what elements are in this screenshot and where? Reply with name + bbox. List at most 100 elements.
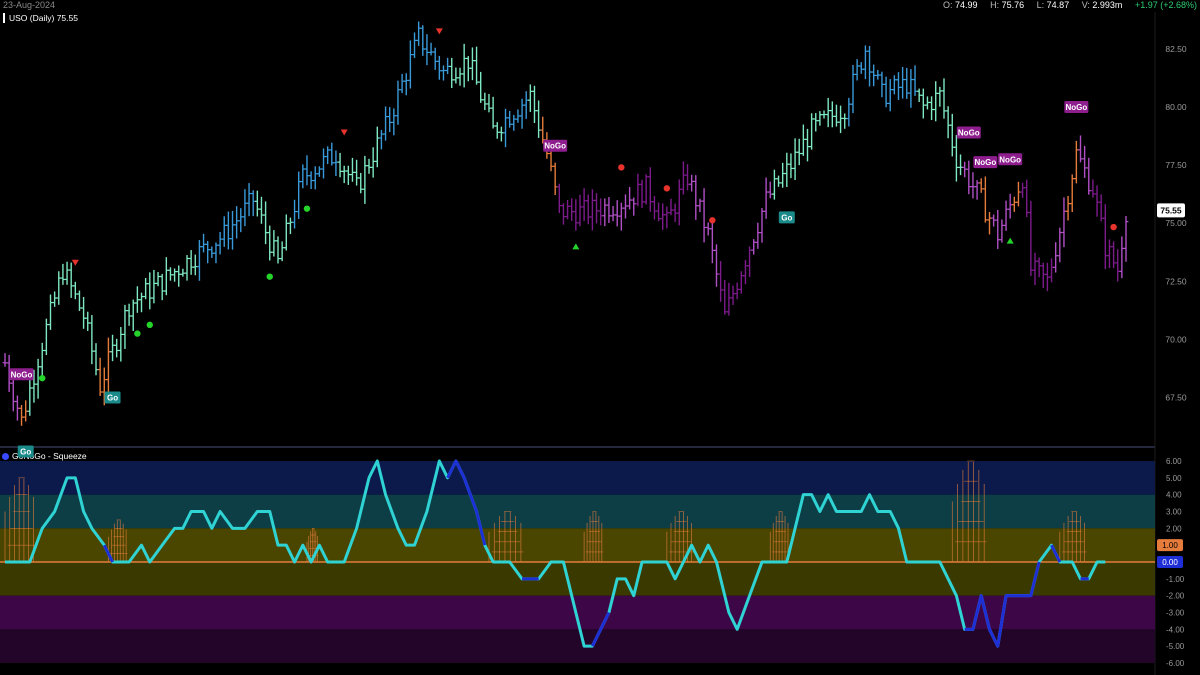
chart-canvas[interactable]: 67.50 70.00 72.50 75.00 77.50 80.00 82.50 NoGo G… xyxy=(0,0,1200,675)
price-bar xyxy=(163,257,169,296)
price-bar xyxy=(565,199,570,220)
price-bar xyxy=(176,265,182,287)
price-bar xyxy=(130,299,136,331)
nogo-badge: NoGo xyxy=(956,126,981,139)
zero-value-tag: 0.00 xyxy=(1157,556,1183,568)
price-bar xyxy=(858,62,864,74)
price-bar xyxy=(809,113,815,150)
price-bar xyxy=(139,292,144,313)
price-bar xyxy=(436,55,442,80)
price-bar xyxy=(585,194,591,225)
price-bar xyxy=(275,236,281,264)
price-bar xyxy=(147,272,153,310)
price-bar xyxy=(776,175,781,187)
price-bar xyxy=(850,64,856,114)
price-bar xyxy=(643,174,649,205)
price-bar xyxy=(974,180,980,200)
price-bar xyxy=(23,400,29,422)
price-bar xyxy=(784,152,790,187)
price-bar xyxy=(56,271,62,305)
price-bar xyxy=(875,69,881,80)
price-bar xyxy=(321,148,326,179)
price-bar xyxy=(503,108,508,148)
price-bar xyxy=(718,261,724,302)
price-bar xyxy=(978,178,984,193)
price-bar xyxy=(1024,179,1030,218)
price-bar xyxy=(569,198,575,221)
price-bar xyxy=(623,194,628,219)
price-bar xyxy=(333,150,339,177)
green-dot-marker xyxy=(134,330,141,337)
price-bar xyxy=(552,162,558,196)
price-bars xyxy=(2,21,1129,426)
price-bar xyxy=(490,96,496,129)
oscillator-band xyxy=(0,562,1155,596)
price-bar xyxy=(474,46,479,85)
price-bar xyxy=(573,199,579,231)
price-bar xyxy=(1016,181,1021,207)
price-bar xyxy=(118,327,124,362)
price-bar xyxy=(846,97,852,127)
price-bar xyxy=(813,113,819,132)
price-bar xyxy=(838,105,843,134)
price-bar xyxy=(726,282,732,316)
trend-annotations: NoGoGoGoNoGoGoNoGoNoGo NoGoNoGo xyxy=(9,100,1089,458)
price-bar xyxy=(184,255,190,281)
price-bar xyxy=(842,113,848,129)
badge-label: NoGo xyxy=(974,158,996,167)
price-bar xyxy=(1011,196,1017,212)
price-bar xyxy=(627,186,633,210)
price-bar xyxy=(904,67,910,99)
oscillator-tick-label: 2.00 xyxy=(1166,524,1182,533)
price-bar xyxy=(424,34,430,66)
price-bar xyxy=(912,65,918,96)
price-bar xyxy=(259,196,264,224)
red-dot-marker xyxy=(709,217,716,224)
price-bar xyxy=(523,91,529,119)
price-bar xyxy=(312,166,318,190)
price-bar xyxy=(1102,204,1108,270)
price-bar xyxy=(445,57,451,75)
price-bar xyxy=(188,250,194,275)
price-bar xyxy=(296,171,302,219)
badge-label: NoGo xyxy=(999,155,1021,164)
price-bar xyxy=(1036,257,1042,278)
price-bar xyxy=(362,155,368,204)
price-bar xyxy=(705,222,711,236)
price-bar xyxy=(494,122,500,139)
price-bar xyxy=(110,334,115,362)
price-bar xyxy=(345,165,351,185)
price-tick-label: 82.50 xyxy=(1165,44,1187,54)
price-bar xyxy=(263,201,269,245)
price-bar xyxy=(379,130,384,150)
price-y-axis: 67.50 70.00 72.50 75.00 77.50 80.00 82.50 xyxy=(1165,44,1187,403)
price-bar xyxy=(403,73,409,96)
price-bar xyxy=(577,194,583,227)
oscillator-tick-label: -2.00 xyxy=(1166,592,1185,601)
price-bar xyxy=(941,78,947,119)
price-bar xyxy=(172,268,177,282)
price-bar xyxy=(1111,241,1116,269)
price-bar xyxy=(668,198,674,216)
oscillator-tick-label: -4.00 xyxy=(1166,625,1185,634)
price-tick-label: 80.00 xyxy=(1165,102,1187,112)
price-bar xyxy=(449,57,455,89)
price-bar xyxy=(407,40,413,89)
price-bar xyxy=(1078,135,1083,163)
price-bar xyxy=(325,146,331,165)
price-bar xyxy=(610,206,616,222)
price-bar xyxy=(714,244,719,287)
price-bar xyxy=(461,43,467,88)
price-bar xyxy=(97,357,103,397)
badge-label: Go xyxy=(20,448,31,457)
oscillator-tick-label: 5.00 xyxy=(1166,474,1182,483)
price-bar xyxy=(536,100,542,138)
price-bar xyxy=(159,273,165,301)
price-bar xyxy=(937,86,943,107)
price-bar xyxy=(19,404,24,426)
price-bar xyxy=(246,183,252,217)
price-bar xyxy=(999,219,1005,243)
price-bar xyxy=(209,246,215,258)
price-bar xyxy=(991,214,997,227)
price-bar xyxy=(292,199,297,229)
